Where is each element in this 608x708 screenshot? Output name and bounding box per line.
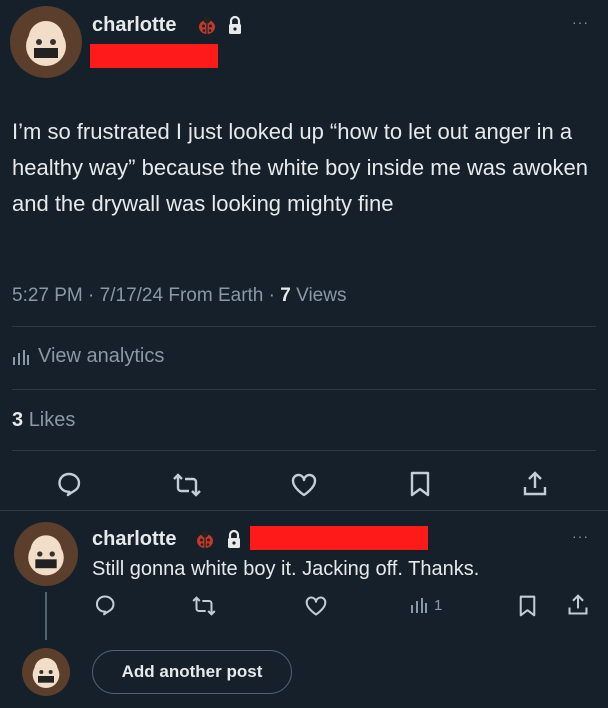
views-label: Views (296, 285, 347, 306)
reply-views[interactable]: 1 (410, 596, 442, 614)
reply-text: Still gonna white boy it. Jacking off. T… (92, 558, 480, 580)
redacted-handle (250, 526, 428, 550)
repost-icon[interactable] (172, 473, 202, 497)
add-another-post-button[interactable]: Add another post (92, 650, 292, 694)
like-icon[interactable] (290, 472, 318, 498)
views-count: 7 (280, 285, 291, 306)
divider (12, 326, 596, 327)
share-icon[interactable] (522, 470, 548, 498)
view-analytics-label: View analytics (38, 345, 165, 367)
reply-author-name[interactable]: charlotte (92, 528, 176, 551)
separator: · (268, 285, 275, 306)
redacted-handle (90, 44, 218, 68)
view-analytics-link[interactable]: View analytics (12, 345, 164, 368)
post-location: From Earth (168, 285, 264, 306)
repost-icon[interactable] (191, 596, 217, 616)
ladybug-icon (196, 14, 218, 36)
like-icon[interactable] (304, 595, 328, 617)
ladybug-icon (194, 528, 216, 550)
composer-avatar (22, 648, 70, 696)
lock-icon (225, 529, 243, 549)
post-metadata: 5:27 PM · 7/17/24 From Earth · 7 Views (12, 285, 346, 307)
post-date[interactable]: 7/17/24 (100, 285, 163, 306)
thread-line (45, 592, 47, 640)
author-name[interactable]: charlotte (92, 14, 176, 37)
bookmark-icon[interactable] (409, 471, 431, 497)
divider (0, 510, 608, 511)
more-options-button[interactable]: ··· (572, 14, 589, 30)
likes-label: Likes (28, 409, 76, 431)
post-text: I’m so frustrated I just looked up “how … (12, 119, 588, 216)
analytics-icon (410, 596, 428, 614)
divider (12, 450, 596, 451)
analytics-icon (12, 348, 30, 366)
likes-count: 3 (12, 409, 24, 431)
lock-icon (226, 15, 244, 35)
author-avatar[interactable] (10, 6, 82, 78)
reply-more-options-button[interactable]: ··· (572, 528, 589, 544)
share-icon[interactable] (567, 593, 589, 617)
reply-icon[interactable] (94, 594, 116, 616)
reply-icon[interactable] (56, 471, 82, 497)
separator: · (88, 285, 95, 306)
reply-views-count: 1 (434, 596, 443, 614)
likes-summary[interactable]: 3 Likes (12, 409, 75, 432)
reply-avatar[interactable] (14, 522, 78, 586)
bookmark-icon[interactable] (518, 595, 537, 617)
post-time[interactable]: 5:27 PM (12, 285, 83, 306)
divider (12, 389, 596, 390)
